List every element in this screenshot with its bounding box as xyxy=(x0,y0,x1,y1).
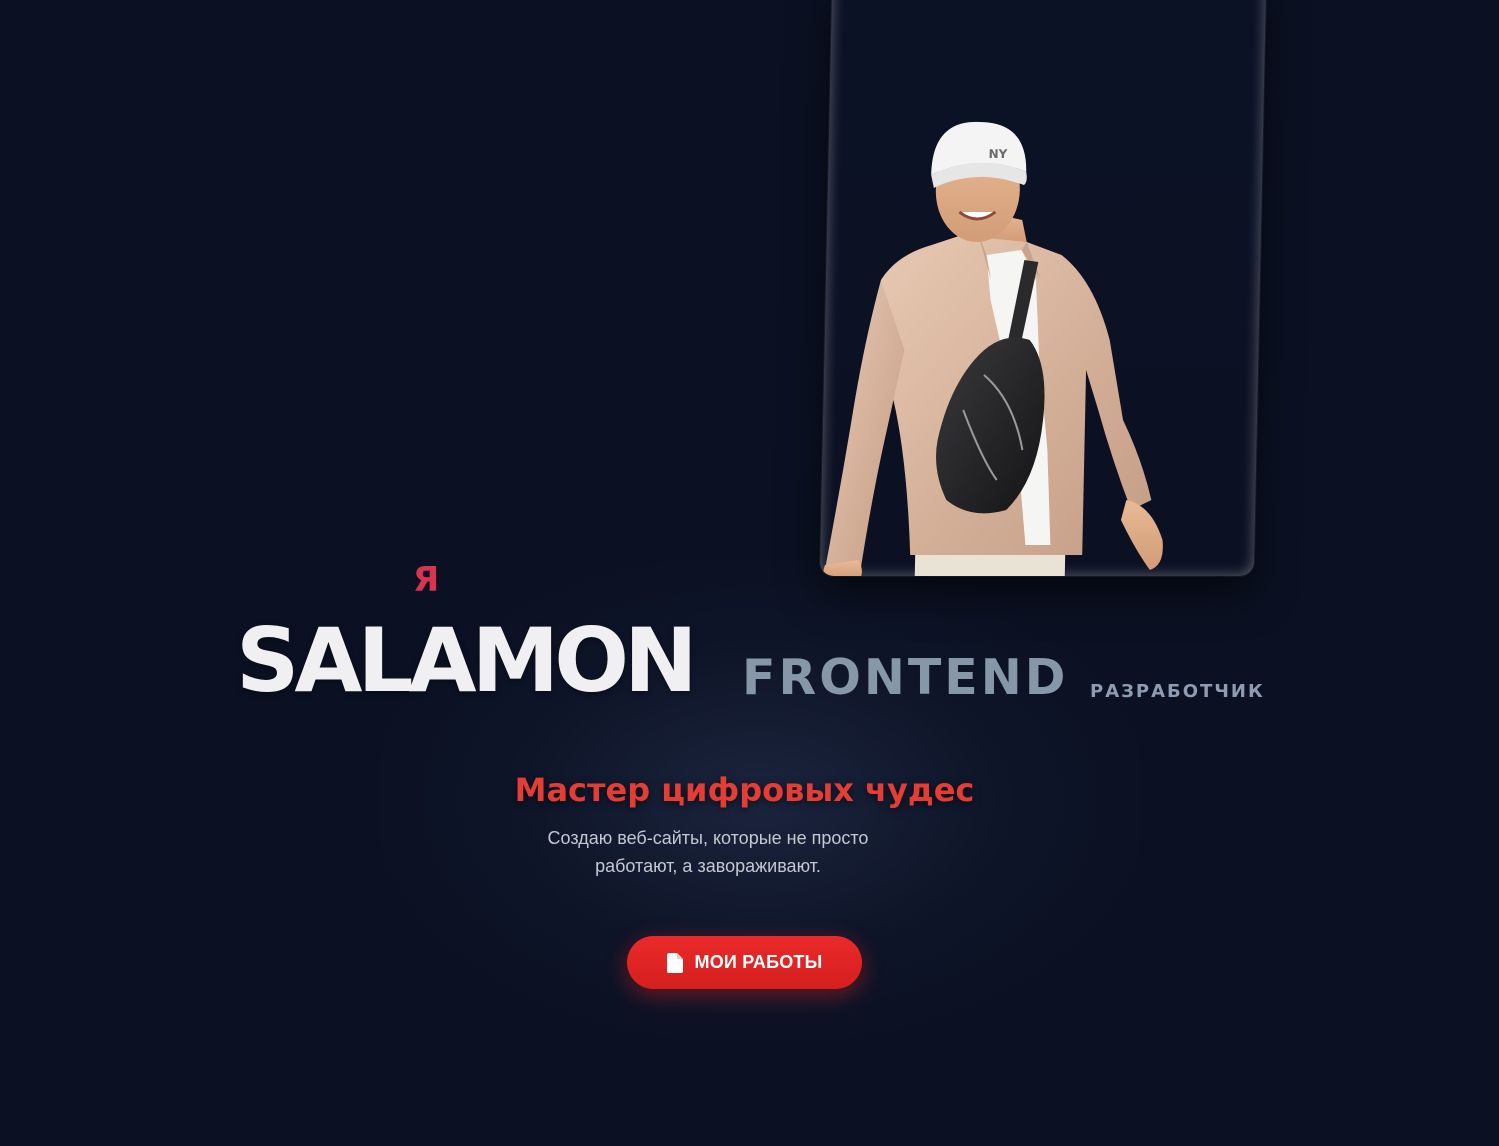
portrait-photo: NY xyxy=(823,121,1163,576)
hero-description: Создаю веб-сайты, которые не просто рабо… xyxy=(508,824,908,880)
my-works-button-label: МОИ РАБОТЫ xyxy=(694,952,823,972)
hero-pronoun: Я xyxy=(413,560,440,600)
document-icon xyxy=(666,952,683,973)
hero-description-line-2: работают, а завораживают. xyxy=(595,856,821,876)
hero-tagline: Мастер цифровых чудес xyxy=(514,771,975,809)
hero-name: SALAMON xyxy=(236,609,698,712)
hero-description-line-1: Создаю веб-сайты, которые не просто xyxy=(547,828,869,848)
cap-logo: NY xyxy=(988,147,1007,161)
my-works-button[interactable]: МОИ РАБОТЫ xyxy=(627,936,862,989)
profile-photo-card: NY xyxy=(819,0,1267,576)
hero-role: РАЗРАБОТЧИК xyxy=(1090,681,1265,702)
hero-specialty: FRONTEND xyxy=(742,649,1069,706)
